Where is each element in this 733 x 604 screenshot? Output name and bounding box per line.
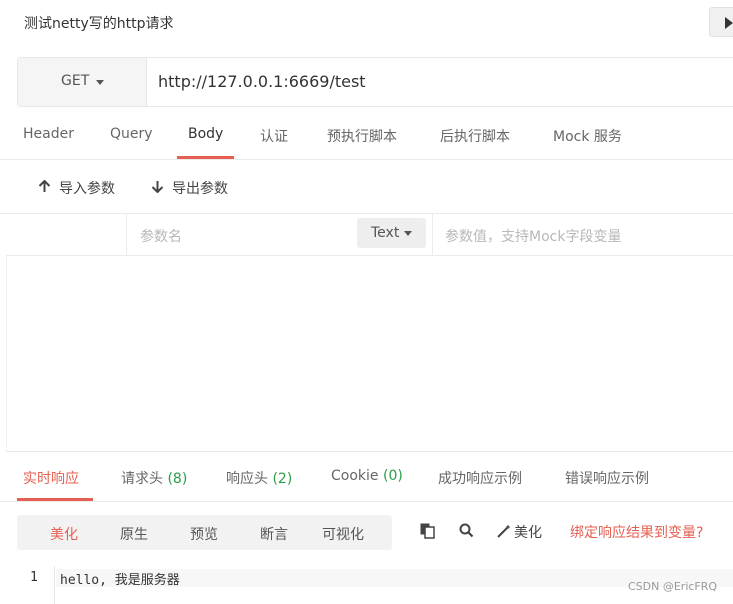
tab-cookie-count: (0) [382, 468, 403, 484]
url-bar: GET http://127.0.0.1:6669/test [17, 57, 733, 107]
method-label: GET [61, 73, 90, 89]
line-gutter: 1 [0, 566, 55, 604]
watermark: CSDN @EricFRQ [628, 580, 718, 593]
tab-live-response-label: 实时响应 [23, 471, 79, 487]
tab-request-headers-label: 请求头 [121, 471, 163, 487]
method-select[interactable]: GET [18, 58, 147, 106]
export-params-label: 导出参数 [172, 181, 228, 197]
response-tabs: 实时响应 请求头 (8) 响应头 (2) Cookie (0) 成功响应示例 错… [0, 452, 733, 502]
tab-cookie-label: Cookie [331, 468, 379, 484]
param-value-input[interactable]: 参数值，支持Mock字段变量 [445, 226, 621, 246]
response-body-line: hello, 我是服务器 [60, 573, 180, 588]
tab-response-headers-label: 响应头 [226, 471, 268, 487]
tab-request-headers[interactable]: 请求头 (8) [121, 468, 187, 488]
active-tab-indicator [17, 498, 93, 501]
tab-response-headers-count: (2) [272, 471, 293, 487]
tab-header[interactable]: Header [23, 126, 74, 142]
tab-post-script[interactable]: 后执行脚本 [440, 126, 510, 146]
view-mode-visualize[interactable]: 可视化 [322, 524, 364, 544]
caret-down-icon [404, 231, 412, 236]
request-tabs: Header Query Body 认证 预执行脚本 后执行脚本 Mock 服务 [0, 114, 733, 160]
param-name-input[interactable]: 参数名 [140, 226, 182, 246]
column-divider [432, 214, 433, 255]
tab-request-headers-count: (8) [167, 471, 188, 487]
tab-error-example-label: 错误响应示例 [565, 471, 649, 487]
tab-success-example[interactable]: 成功响应示例 [438, 468, 522, 488]
tab-auth[interactable]: 认证 [260, 126, 288, 146]
tab-body[interactable]: Body [188, 126, 223, 142]
tab-query[interactable]: Query [110, 126, 153, 142]
magic-wand-icon [497, 524, 511, 538]
play-icon [725, 17, 733, 29]
run-button[interactable] [709, 7, 733, 37]
url-input[interactable]: http://127.0.0.1:6669/test [158, 72, 366, 91]
tab-mock-service[interactable]: Mock 服务 [553, 126, 622, 146]
tab-cookie[interactable]: Cookie (0) [331, 468, 403, 484]
params-empty-area [6, 256, 733, 451]
param-row-handle [6, 214, 127, 255]
tab-live-response[interactable]: 实时响应 [23, 468, 79, 488]
import-params-label: 导入参数 [59, 181, 115, 197]
param-row: 参数名 Text 参数值，支持Mock字段变量 [6, 214, 733, 256]
body-toolbar: 导入参数 导出参数 [0, 160, 733, 214]
param-type-label: Text [371, 225, 400, 241]
active-tab-indicator [177, 156, 234, 159]
view-mode-preview[interactable]: 预览 [190, 524, 218, 544]
caret-down-icon [96, 80, 104, 85]
arrow-down-icon [151, 181, 164, 193]
beautify-label: 美化 [514, 525, 542, 541]
title-bar: 测试netty写的http请求 [0, 0, 733, 44]
copy-icon[interactable] [420, 523, 435, 539]
view-mode-segment: 美化 原生 预览 断言 可视化 [17, 515, 392, 550]
tab-error-example[interactable]: 错误响应示例 [565, 468, 649, 488]
view-mode-pretty[interactable]: 美化 [50, 524, 78, 544]
param-type-select[interactable]: Text [357, 218, 426, 248]
arrow-up-icon [38, 180, 51, 192]
request-title[interactable]: 测试netty写的http请求 [24, 13, 174, 33]
view-mode-assert[interactable]: 断言 [260, 524, 288, 544]
view-mode-raw[interactable]: 原生 [120, 524, 148, 544]
line-number: 1 [30, 570, 38, 585]
response-editor[interactable]: 1 hello, 我是服务器 [0, 566, 733, 604]
tab-success-example-label: 成功响应示例 [438, 471, 522, 487]
search-icon[interactable] [459, 523, 474, 538]
tab-response-headers[interactable]: 响应头 (2) [226, 468, 292, 488]
tab-pre-script[interactable]: 预执行脚本 [327, 126, 397, 146]
bind-response-link[interactable]: 绑定响应结果到变量? [570, 522, 703, 542]
